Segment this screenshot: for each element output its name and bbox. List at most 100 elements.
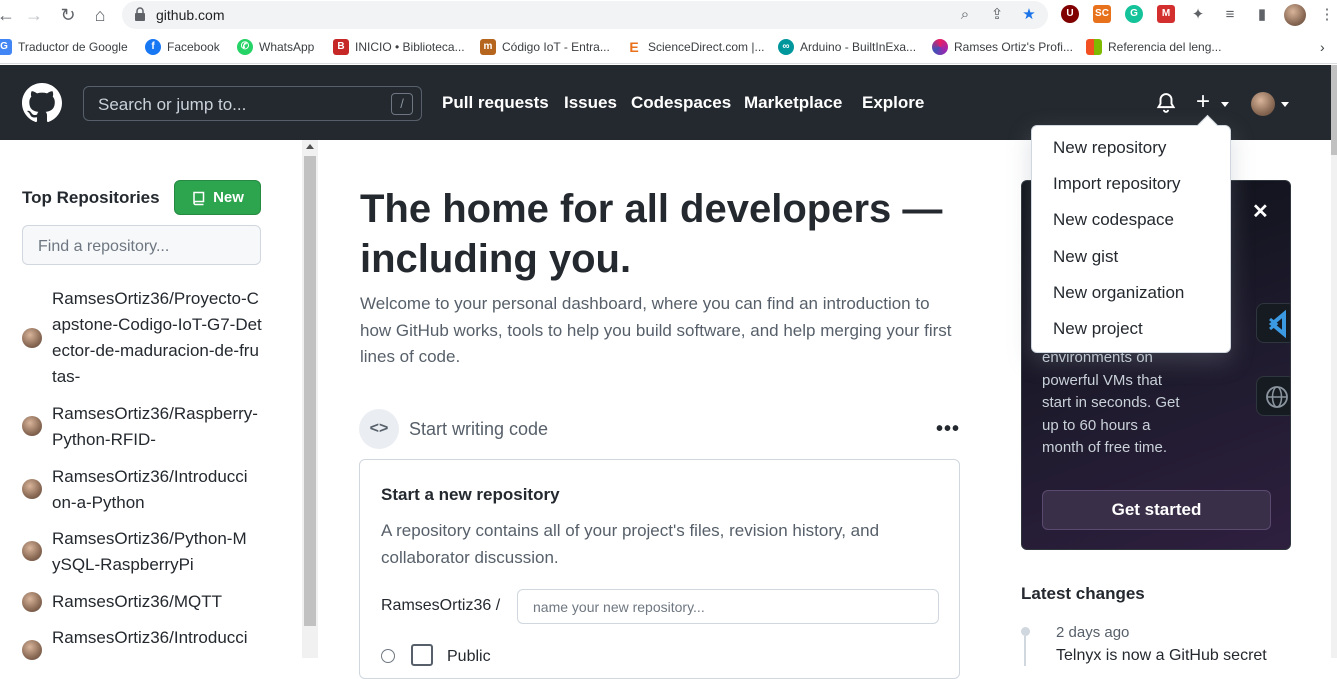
arduino-icon: ∞ <box>778 39 794 55</box>
public-label: Public <box>447 648 491 665</box>
star-icon[interactable]: ★ <box>1020 6 1038 24</box>
facebook-icon: f <box>145 39 161 55</box>
repo-owner-label: RamsesOrtiz36 / <box>381 597 501 614</box>
repo-owner-avatar <box>22 328 42 348</box>
globe-icon <box>1256 376 1290 416</box>
scrollbar-thumb[interactable] <box>304 156 316 626</box>
reload-icon[interactable]: ↻ <box>58 5 78 25</box>
bookmark-biblioteca[interactable]: B INICIO • Biblioteca... <box>333 38 465 56</box>
bookmark-profile[interactable]: Ramses Ortiz's Profi... <box>932 38 1073 56</box>
bookmarks-overflow-icon[interactable]: › <box>1320 38 1325 56</box>
translate-icon: G <box>0 39 12 55</box>
nav-issues[interactable]: Issues <box>564 93 617 113</box>
more-options-icon[interactable]: ••• <box>936 418 960 441</box>
repo-link[interactable]: RamsesOrtiz36/Introducci <box>22 625 282 660</box>
repo-owner-avatar <box>22 416 42 436</box>
user-menu-caret-icon[interactable] <box>1281 102 1289 107</box>
profile-swirl-icon <box>932 39 948 55</box>
iot-icon: m <box>480 39 496 55</box>
code-icon: <> <box>359 409 399 449</box>
microsoft-icon <box>1086 39 1102 55</box>
menu-import-repository[interactable]: Import repository <box>1053 174 1181 194</box>
biblioteca-icon: B <box>333 39 349 55</box>
new-repository-button[interactable]: New <box>174 180 261 215</box>
elsevier-icon: E <box>626 39 642 55</box>
card-title: Start a new repository <box>381 485 560 504</box>
whatsapp-icon: ✆ <box>237 39 253 55</box>
zoom-icon[interactable]: ⌕ <box>956 6 974 24</box>
repo-link[interactable]: RamsesOrtiz36/Proyecto-Capstone-Codigo-I… <box>22 286 282 390</box>
forward-icon[interactable]: → <box>24 5 44 25</box>
scroll-up-arrow-icon[interactable] <box>306 144 314 149</box>
menu-new-organization[interactable]: New organization <box>1053 283 1184 303</box>
sidebar-scrollbar[interactable] <box>302 140 318 658</box>
dashboard-title: The home for all developers — including … <box>360 187 943 281</box>
lock-icon <box>135 7 145 21</box>
page-scrollbar[interactable] <box>1331 65 1337 658</box>
bookmark-codigo-iot[interactable]: m Código IoT - Entra... <box>480 38 610 56</box>
repo-link[interactable]: RamsesOrtiz36/MQTT <box>22 589 282 615</box>
nav-marketplace[interactable]: Marketplace <box>744 93 842 113</box>
create-new-dropdown: New repository Import repository New cod… <box>1031 125 1231 353</box>
find-repository-input[interactable]: Find a repository... <box>22 225 261 265</box>
menu-new-gist[interactable]: New gist <box>1053 247 1118 267</box>
latest-change-date: 2 days ago <box>1056 624 1130 641</box>
menu-new-project[interactable]: New project <box>1053 319 1143 339</box>
repo-link[interactable]: RamsesOrtiz36/Introduccion-a-Python <box>22 464 282 516</box>
mendeley-icon[interactable]: M <box>1157 5 1175 23</box>
timeline-dot <box>1021 627 1030 636</box>
github-logo-icon[interactable] <box>22 83 62 123</box>
latest-change-link[interactable]: Telnyx is now a GitHub secret <box>1056 647 1267 665</box>
menu-new-repository[interactable]: New repository <box>1053 138 1166 158</box>
repo-icon <box>193 191 205 205</box>
bookmark-sciencedirect[interactable]: E ScienceDirect.com |... <box>626 38 764 56</box>
repository-name-input[interactable]: name your new repository... <box>517 589 939 624</box>
latest-changes-heading: Latest changes <box>1021 584 1145 603</box>
public-repo-icon <box>411 644 433 666</box>
timeline-line <box>1024 636 1026 666</box>
search-placeholder: Search or jump to... <box>98 95 247 114</box>
extensions-icon[interactable]: ✦ <box>1189 6 1207 24</box>
global-search-input[interactable]: Search or jump to... / <box>83 86 422 121</box>
url-text: github.com <box>156 7 225 23</box>
bookmark-whatsapp[interactable]: ✆ WhatsApp <box>237 38 314 56</box>
start-writing-code-label: Start writing code <box>409 419 549 439</box>
side-panel-icon[interactable]: ▮ <box>1253 6 1271 24</box>
close-icon[interactable]: ✕ <box>1252 199 1269 224</box>
menu-kebab-icon[interactable]: ⋮ <box>1318 6 1336 24</box>
get-started-button[interactable]: Get started <box>1042 490 1271 530</box>
nav-codespaces[interactable]: Codespaces <box>631 93 731 113</box>
grammarly-icon[interactable]: G <box>1125 5 1143 23</box>
nav-pull-requests[interactable]: Pull requests <box>442 93 549 113</box>
bookmark-google-translate[interactable]: G Traductor de Google <box>0 38 128 56</box>
repo-owner-avatar <box>22 640 42 660</box>
share-icon[interactable]: ⇪ <box>988 6 1006 24</box>
bookmark-referencia[interactable]: Referencia del leng... <box>1086 38 1221 56</box>
bookmark-arduino[interactable]: ∞ Arduino - BuiltInExa... <box>778 38 916 56</box>
reading-list-icon[interactable]: ≡ <box>1221 6 1239 24</box>
address-bar[interactable]: github.com <box>122 1 1048 29</box>
create-new-caret-icon[interactable] <box>1221 102 1229 107</box>
top-repositories-heading: Top Repositories <box>22 188 160 207</box>
create-new-plus-icon[interactable]: + <box>1196 90 1210 114</box>
new-repository-card: Start a new repository A repository cont… <box>359 459 960 679</box>
notifications-bell-icon[interactable] <box>1155 91 1177 115</box>
repo-link[interactable]: RamsesOrtiz36/Raspberry-Python-RFID- <box>22 401 282 453</box>
user-avatar[interactable] <box>1251 92 1275 116</box>
sidebar: Top Repositories New Find a repository..… <box>0 140 302 660</box>
nav-explore[interactable]: Explore <box>862 93 924 113</box>
profile-avatar-icon[interactable] <box>1284 4 1306 26</box>
home-icon[interactable]: ⌂ <box>90 5 110 25</box>
menu-new-codespace[interactable]: New codespace <box>1053 210 1174 230</box>
scholarcy-icon[interactable]: SC <box>1093 5 1111 23</box>
repo-link[interactable]: RamsesOrtiz36/Python-MySQL-RaspberryPi <box>22 526 282 578</box>
repo-owner-avatar <box>22 592 42 612</box>
public-radio[interactable] <box>381 649 395 663</box>
ublock-icon[interactable]: U <box>1061 5 1079 23</box>
card-description: A repository contains all of your projec… <box>381 521 880 567</box>
back-icon[interactable]: ← <box>0 5 16 25</box>
bookmark-facebook[interactable]: f Facebook <box>145 38 220 56</box>
page-scrollbar-thumb[interactable] <box>1331 65 1337 155</box>
promo-text: environments on powerful VMs that start … <box>1042 349 1180 456</box>
dashboard-subtitle: Welcome to your personal dashboard, wher… <box>360 294 952 366</box>
